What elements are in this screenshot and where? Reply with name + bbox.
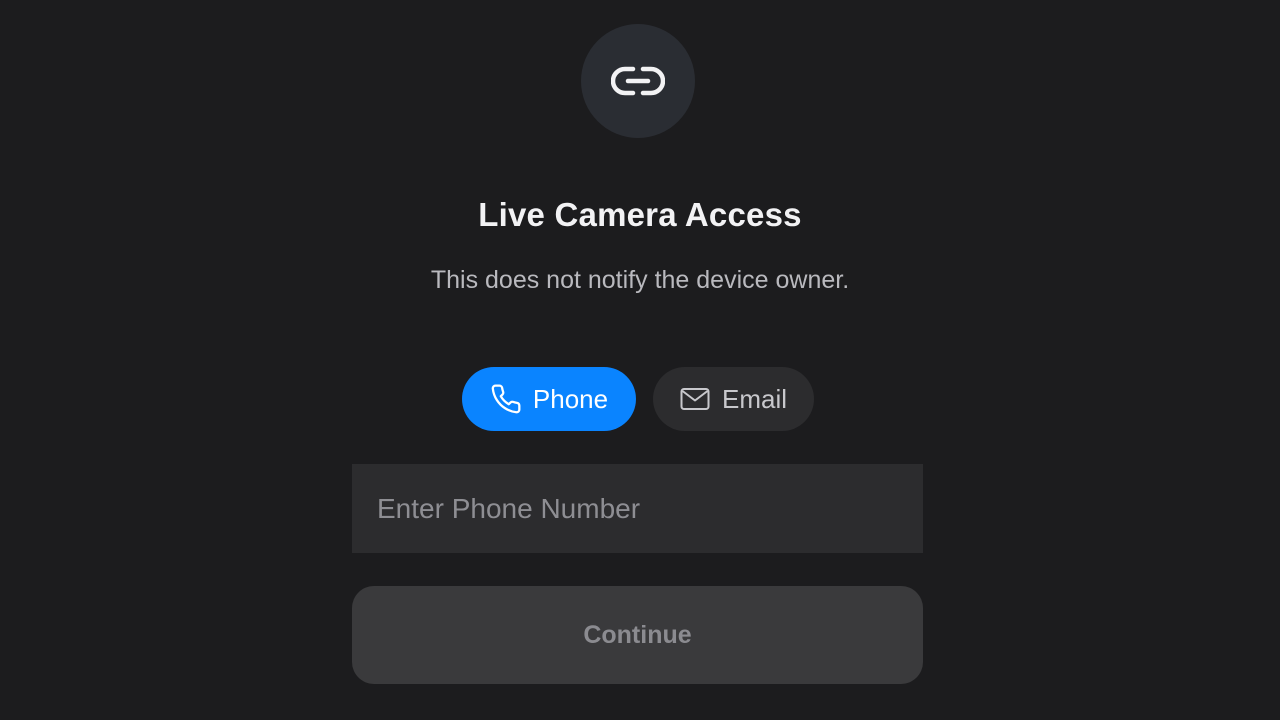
access-screen: Live Camera Access This does not notify … <box>0 0 1280 720</box>
link-icon <box>611 64 665 98</box>
continue-button[interactable]: Continue <box>352 586 923 684</box>
tab-phone[interactable]: Phone <box>462 367 636 431</box>
contact-method-tabs: Phone Email <box>462 367 814 431</box>
mail-icon <box>680 387 710 411</box>
page-title: Live Camera Access <box>478 196 802 233</box>
phone-number-input[interactable] <box>352 464 923 553</box>
tab-email[interactable]: Email <box>653 367 814 431</box>
phone-icon <box>490 383 522 415</box>
tab-email-label: Email <box>721 383 787 414</box>
page-subtitle: This does not notify the device owner. <box>430 266 850 294</box>
tab-phone-label: Phone <box>532 383 609 414</box>
link-badge <box>581 24 695 138</box>
